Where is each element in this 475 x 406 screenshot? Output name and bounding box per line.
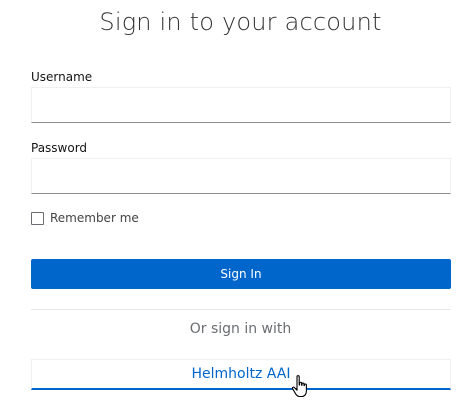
password-field[interactable] — [31, 158, 451, 194]
hand-pointer-icon — [291, 375, 307, 398]
remember-me-checkbox[interactable] — [31, 211, 44, 225]
page-title: Sign in to your account — [99, 8, 382, 36]
divider — [31, 309, 451, 310]
username-label: Username — [31, 70, 93, 84]
social-separator-text: Or sign in with — [189, 321, 292, 337]
password-label: Password — [31, 141, 88, 155]
remember-me-label: Remember me — [50, 211, 139, 225]
remember-me-option[interactable]: Remember me — [31, 211, 139, 225]
sign-in-button[interactable]: Sign In — [31, 259, 451, 289]
helmholtz-aai-button[interactable]: Helmholtz AAI — [31, 359, 451, 390]
username-field[interactable] — [31, 87, 451, 123]
